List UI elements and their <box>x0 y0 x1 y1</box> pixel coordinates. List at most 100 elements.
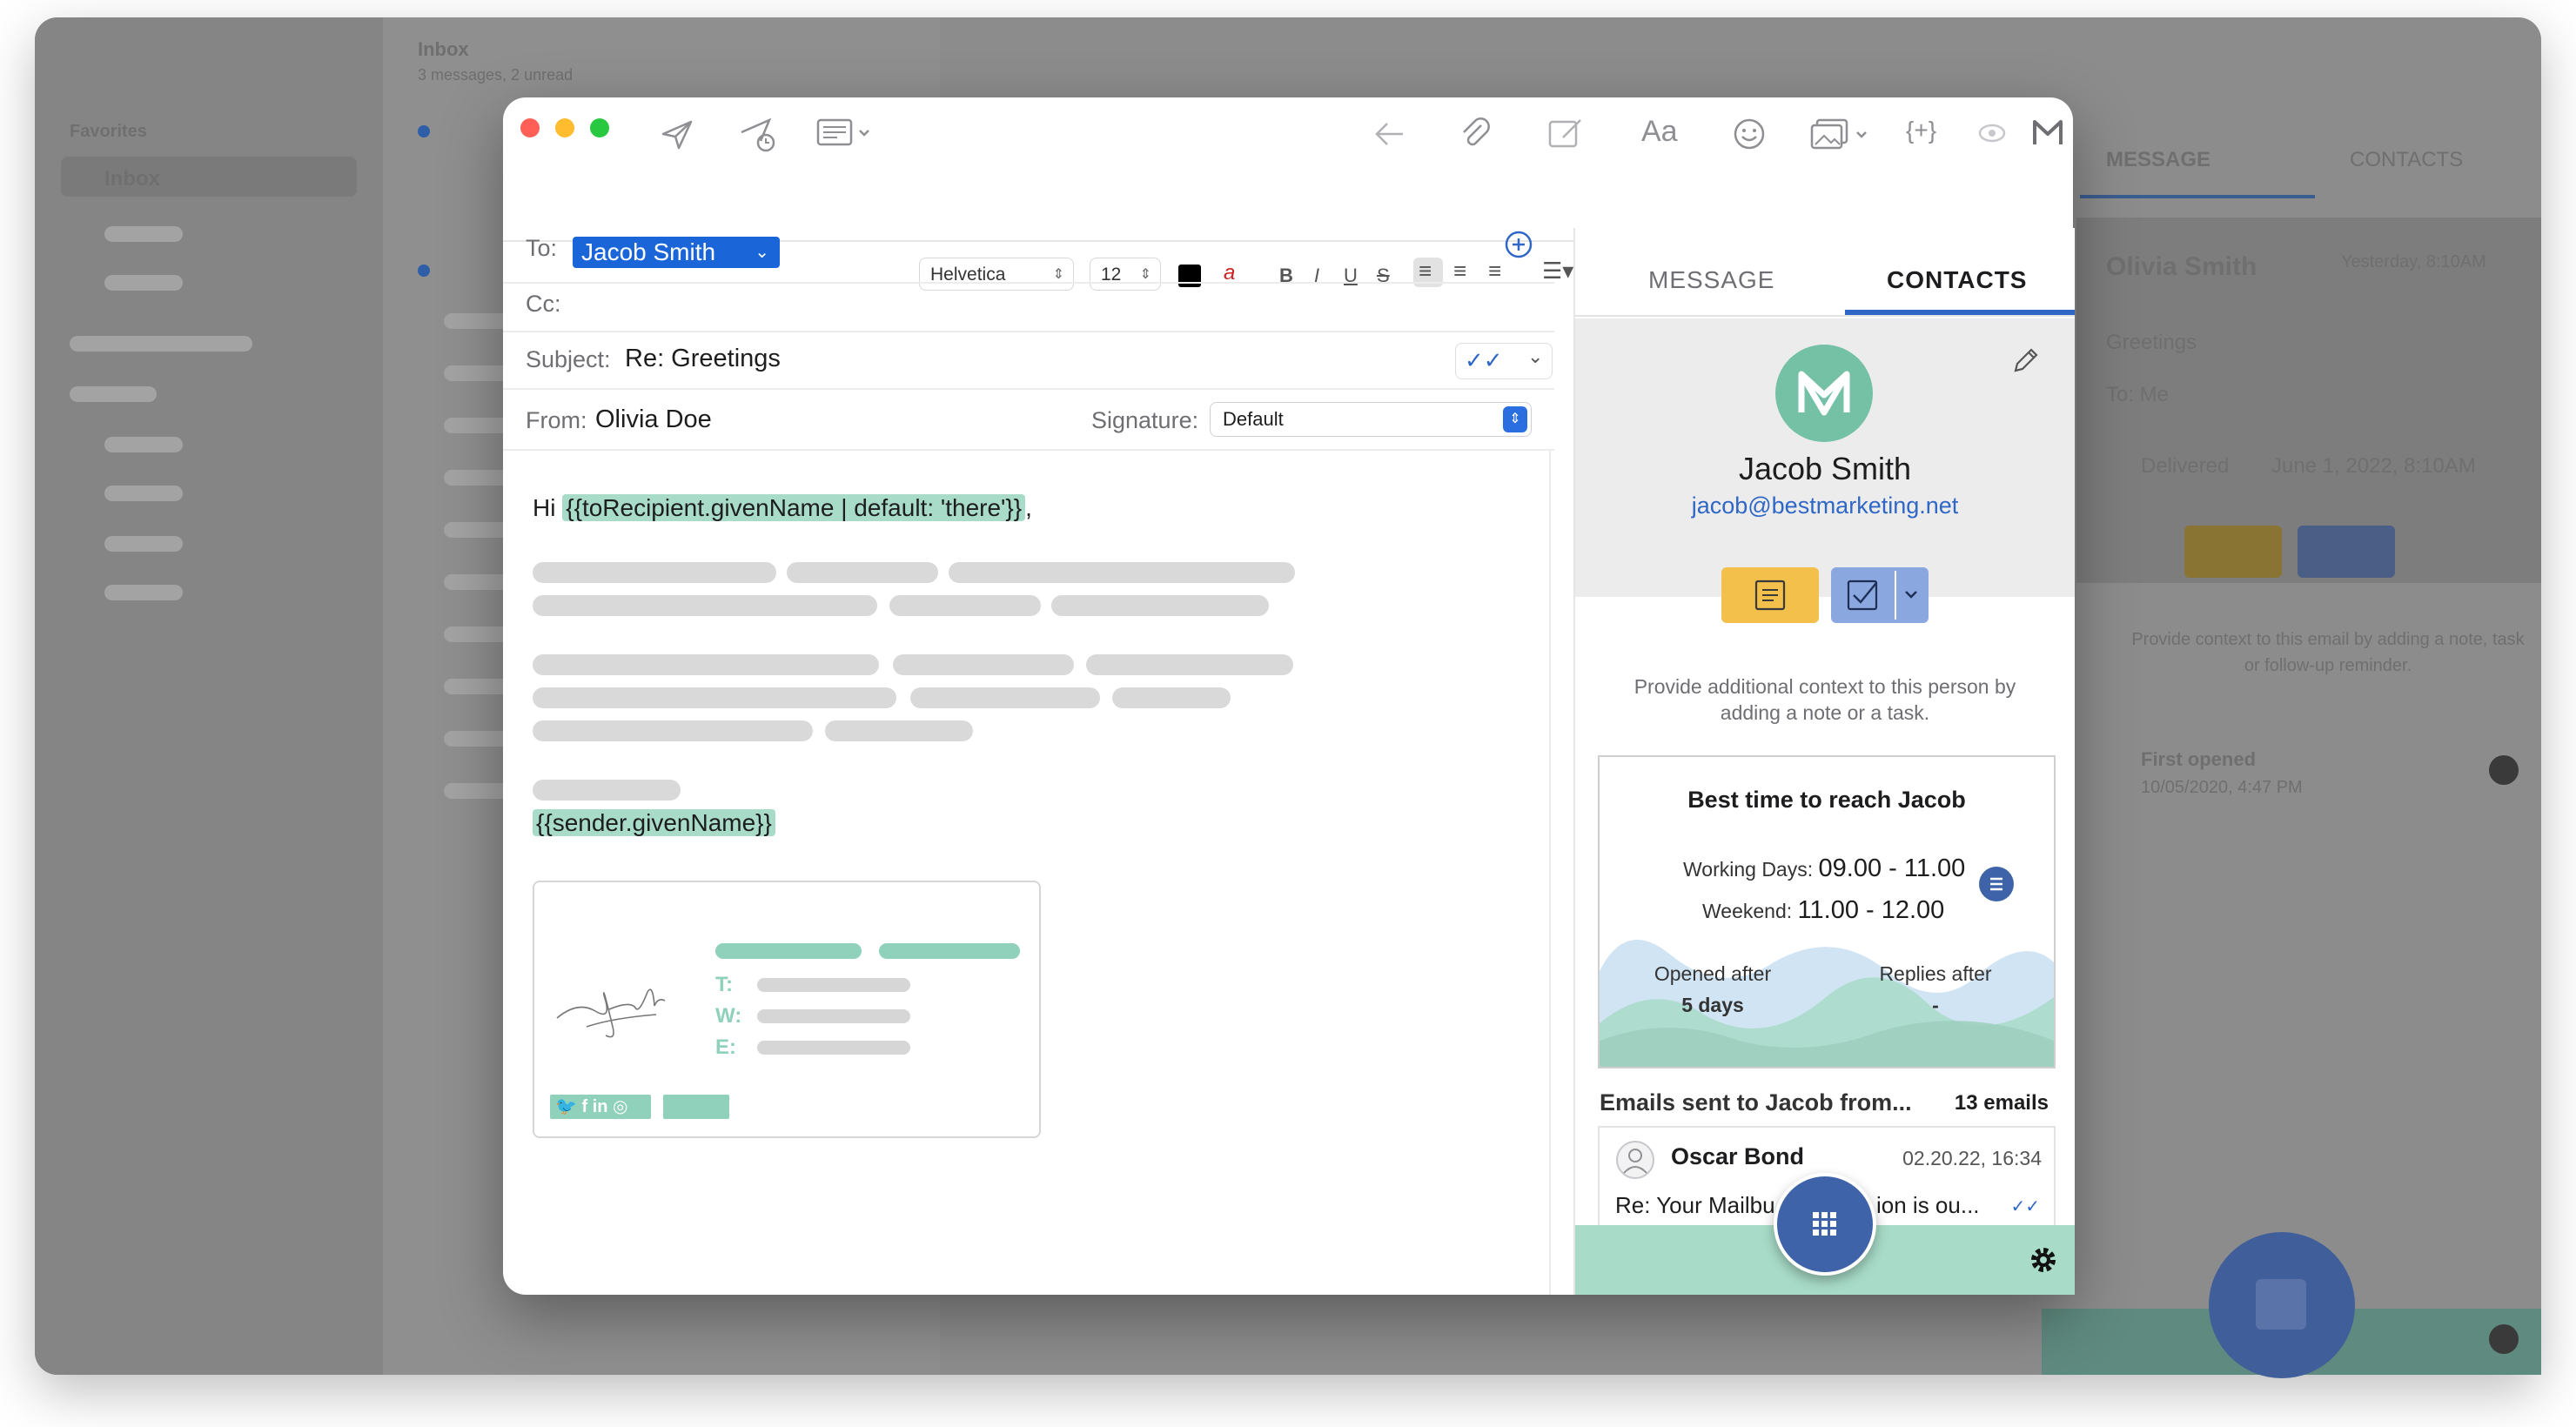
contact-header: Jacob Smith jacob@bestmarketing.net <box>1575 318 2075 597</box>
placeholder-line <box>533 595 877 616</box>
contact-context-hint: Provide additional context to this perso… <box>1633 675 2016 724</box>
add-note-button[interactable] <box>1721 567 1819 623</box>
weekend-label: Weekend: <box>1702 900 1793 922</box>
from-label: From: <box>526 407 587 433</box>
placeholder-line <box>889 595 1041 616</box>
align-right-icon[interactable]: ≡ <box>1488 258 1501 285</box>
format-fonts-icon[interactable]: Aa <box>1641 117 1678 146</box>
signature-web-label: W: <box>715 1004 742 1028</box>
bg-favorites-heading: Favorites <box>70 122 147 141</box>
signature-email-label: E: <box>715 1035 736 1059</box>
placeholder-line <box>787 562 938 583</box>
mailbutler-logo-icon[interactable] <box>2031 118 2064 148</box>
signature-card[interactable]: T: W: E: 🐦 f in ◎ <box>533 881 1041 1138</box>
align-center-icon[interactable]: ≡ <box>1453 258 1466 285</box>
emails-sent-heading: Emails sent to Jacob from... <box>1600 1089 1912 1115</box>
bg-inbox-label: Inbox <box>104 167 160 191</box>
person-avatar-icon <box>1615 1140 1655 1184</box>
bg-tab-contacts: CONTACTS <box>2350 148 2464 171</box>
chevron-down-icon: ⌄ <box>1527 345 1544 367</box>
from-field[interactable]: Olivia Doe <box>595 405 712 434</box>
greeting-suffix: , <box>1025 494 1032 521</box>
photo-browser-icon[interactable] <box>1810 117 1875 151</box>
note-icon <box>1754 580 1786 611</box>
bg-status-label: Delivered <box>2141 454 2230 478</box>
linkedin-icon: in <box>592 1097 608 1116</box>
signature-banner <box>663 1095 729 1119</box>
bg-fab-icon <box>2256 1279 2306 1330</box>
weekend-value: 11.00 - 12.00 <box>1797 896 1945 924</box>
details-list-button[interactable] <box>1979 867 2014 901</box>
sender-variable-line[interactable]: {{sender.givenName}} <box>533 809 775 837</box>
signature-value: Default <box>1223 408 1284 430</box>
close-button[interactable] <box>520 118 540 137</box>
signature-select[interactable]: Default ⇕ <box>1210 402 1532 437</box>
contact-email-link[interactable]: jacob@bestmarketing.net <box>1575 492 2075 519</box>
engagement-wave-graphic <box>1600 940 2054 1067</box>
chevron-down-icon: ⌄ <box>755 243 769 262</box>
cc-field[interactable] <box>573 284 1530 327</box>
weekend-row: Weekend: 11.00 - 12.00 <box>1702 896 1944 925</box>
subject-field[interactable]: Re: Greetings <box>625 345 781 373</box>
instagram-icon: ◎ <box>613 1097 628 1116</box>
bg-preview-date: Yesterday, 8:10AM <box>2341 252 2486 271</box>
attachment-icon[interactable] <box>1459 115 1490 151</box>
minimize-button[interactable] <box>555 118 574 137</box>
placeholder-line <box>893 654 1074 675</box>
handwritten-signature <box>552 966 682 1048</box>
working-days-label: Working Days: <box>1683 858 1814 881</box>
settings-gear-icon[interactable] <box>2026 1243 2061 1282</box>
working-days-row: Working Days: 09.00 - 11.00 <box>1683 854 1965 883</box>
sender-variable-tag: {{sender.givenName}} <box>533 809 775 836</box>
reply-icon[interactable] <box>1373 118 1408 150</box>
bg-list-subtitle: 3 messages, 2 unread <box>418 66 574 84</box>
placeholder-line <box>1112 687 1231 708</box>
template-icon[interactable] <box>816 117 877 150</box>
bg-context-text: Provide context to this email by adding … <box>2131 630 2525 675</box>
compose-toolbar: Aa {+} <box>503 97 2073 171</box>
tab-contacts[interactable]: CONTACTS <box>1887 266 2027 294</box>
greeting-line[interactable]: Hi {{toRecipient.givenName | default: 't… <box>533 494 1032 522</box>
edit-pencil-icon[interactable] <box>2010 345 2042 380</box>
markup-icon[interactable] <box>1547 117 1586 150</box>
bg-sidebar: Favorites Inbox <box>35 17 383 1375</box>
add-task-button[interactable] <box>1831 567 1929 623</box>
signature-label: Signature: <box>1091 407 1199 433</box>
placeholder-line <box>1086 654 1293 675</box>
signature-phone-label: T: <box>715 973 733 996</box>
list-icon[interactable]: ☰▾ <box>1542 258 1573 285</box>
tab-message[interactable]: MESSAGE <box>1648 266 1774 294</box>
to-recipient-name: Jacob Smith <box>581 238 716 265</box>
bg-tab-message: MESSAGE <box>2106 148 2211 171</box>
variables-icon[interactable]: {+} <box>1906 118 1936 143</box>
placeholder-line <box>533 562 776 583</box>
emoji-icon[interactable] <box>1732 117 1767 151</box>
send-later-icon[interactable] <box>738 117 780 153</box>
tracking-toggle[interactable]: ✓✓ ⌄ <box>1455 343 1553 379</box>
facebook-icon: f <box>581 1097 588 1116</box>
zoom-button[interactable] <box>590 118 609 137</box>
email-date: 02.20.22, 16:34 <box>1902 1147 2042 1169</box>
tracking-eye-icon[interactable] <box>1977 120 2007 146</box>
working-days-value: 09.00 - 11.00 <box>1818 854 1966 882</box>
apps-menu-button[interactable] <box>1774 1173 1876 1276</box>
emails-sent-count: 13 emails <box>1954 1091 2049 1115</box>
best-time-card: Best time to reach Jacob Working Days: 0… <box>1598 755 2056 1069</box>
placeholder-line <box>825 720 973 741</box>
signature-name-line <box>715 943 862 959</box>
email-subject-end: ion is ou... <box>1876 1192 1980 1218</box>
placeholder-line <box>533 720 813 741</box>
to-recipient-token[interactable]: Jacob Smith ⌄ <box>573 237 780 268</box>
bg-preview-sender: Olivia Smith <box>2106 252 2257 281</box>
send-icon[interactable] <box>660 118 694 151</box>
double-check-icon: ✓✓ <box>2010 1197 2040 1216</box>
stepper-icon: ⇕ <box>1503 406 1527 432</box>
add-recipient-icon[interactable] <box>1504 230 1533 264</box>
bg-preview-to: To: Me <box>2106 383 2170 406</box>
placeholder-line <box>949 562 1295 583</box>
opened-after-label: Opened after <box>1654 962 1772 985</box>
to-label: To: <box>526 235 558 261</box>
align-left-icon[interactable]: ≡ <box>1419 258 1432 285</box>
subject-label: Subject: <box>526 346 611 372</box>
list-icon <box>1990 877 2002 891</box>
